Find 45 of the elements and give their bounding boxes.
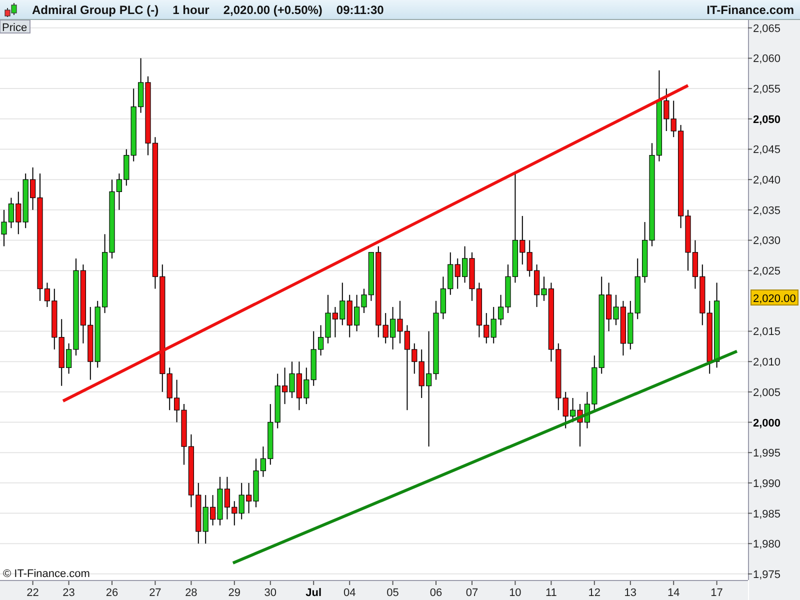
date-axis-label: 14 bbox=[667, 587, 680, 599]
brand-name: IT-Finance.com bbox=[706, 2, 794, 16]
price-axis-label: 2,025 bbox=[753, 266, 781, 278]
price-axis-label: 2,010 bbox=[753, 356, 781, 369]
date-axis-label: 12 bbox=[588, 587, 601, 599]
price-axis-label: 1,975 bbox=[753, 568, 781, 581]
date-axis-label: 10 bbox=[509, 587, 522, 599]
price-axis-label: 2,040 bbox=[753, 174, 781, 187]
date-axis-label: 13 bbox=[624, 587, 637, 599]
date-axis-label: 07 bbox=[466, 587, 478, 599]
instrument-name: Admiral Group PLC (-) bbox=[32, 2, 159, 16]
price-axis-label: 1,980 bbox=[753, 538, 781, 551]
date-axis-label: 26 bbox=[106, 587, 118, 599]
price-axis-label: 1,995 bbox=[753, 448, 781, 460]
price-axis-label: 2,060 bbox=[753, 53, 781, 66]
date-axis-label: 28 bbox=[185, 587, 198, 599]
time-label: 09:11:30 bbox=[336, 2, 384, 16]
date-axis-label: Jul bbox=[306, 587, 322, 599]
date-axis-label: 30 bbox=[264, 587, 277, 599]
price-axis-label: 2,050 bbox=[753, 114, 781, 126]
price-axis-label: 2,065 bbox=[753, 22, 781, 35]
date-axis-label: 11 bbox=[546, 587, 557, 599]
current-price-tag: 2,020.00 bbox=[750, 290, 798, 306]
price-axis-label: 2,035 bbox=[753, 204, 781, 217]
interval-label: 1 hour bbox=[172, 2, 210, 16]
date-axis-label: 05 bbox=[386, 587, 399, 599]
price-axis-label: 2,015 bbox=[753, 326, 781, 338]
price-change: 2,020.00 (+0.50%) bbox=[223, 2, 322, 16]
date-axis-label: 29 bbox=[228, 587, 241, 599]
date-axis-label: 17 bbox=[710, 587, 723, 599]
date-axis-label: 22 bbox=[26, 587, 39, 599]
price-axis-label: 2,045 bbox=[753, 144, 781, 156]
price-axis-label: 1,990 bbox=[753, 478, 781, 490]
date-axis-label: 06 bbox=[430, 587, 442, 599]
price-axis-label: 1,985 bbox=[753, 508, 781, 520]
price-axis-label: 2,055 bbox=[753, 84, 781, 96]
price-axis-label: 2,030 bbox=[753, 235, 781, 248]
copyright-label: © IT-Finance.com bbox=[3, 568, 90, 580]
candlestick-icon bbox=[4, 2, 18, 16]
price-axis-label: 2,000 bbox=[753, 417, 781, 430]
date-axis-label: 04 bbox=[343, 587, 356, 599]
date-axis-label: 23 bbox=[62, 587, 75, 599]
price-axis-label: 2,005 bbox=[753, 386, 781, 399]
date-axis-label: 27 bbox=[149, 587, 162, 599]
legend-tab[interactable]: Price bbox=[0, 20, 30, 34]
